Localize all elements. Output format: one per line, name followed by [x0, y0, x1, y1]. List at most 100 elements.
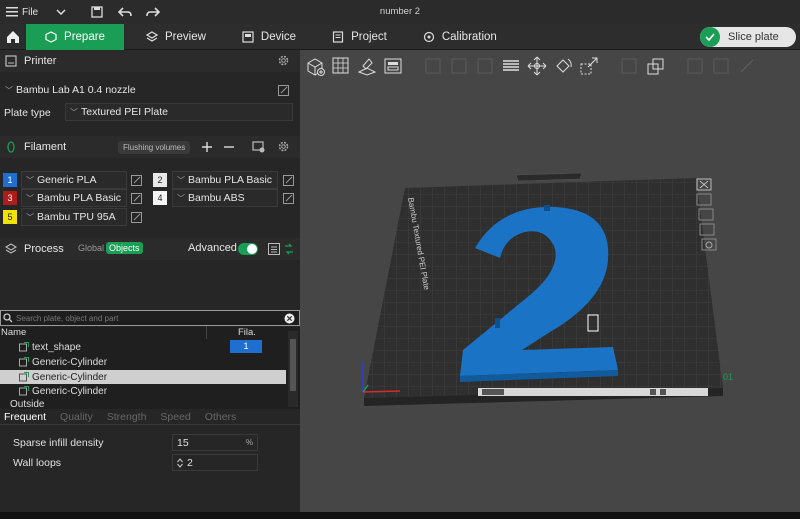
list-item[interactable]: Outside	[0, 398, 286, 410]
tab-project-label: Project	[351, 30, 387, 43]
sync-filament-icon[interactable]	[252, 140, 266, 153]
advanced-label: Advanced	[188, 242, 237, 254]
tab-device[interactable]: Device	[224, 24, 314, 50]
list-item[interactable]: text_shape 1	[0, 340, 286, 354]
flushing-volumes-button[interactable]: Flushing volumes	[118, 141, 191, 154]
chevron-down-icon: ﹀	[177, 193, 185, 203]
filament-icon	[4, 140, 18, 154]
printer-section-header: Printer	[0, 50, 300, 72]
build-plate-scene: Bambu Textured PEI Plate 01	[362, 172, 733, 406]
column-filament[interactable]: Fila.	[238, 327, 256, 338]
edit-icon[interactable]	[283, 193, 295, 205]
minus-icon[interactable]	[223, 141, 235, 153]
list-view-icon[interactable]	[268, 243, 280, 255]
plate-type-select[interactable]: ﹀ Textured PEI Plate	[65, 103, 293, 121]
wall-loops-stepper[interactable]: 2	[172, 454, 258, 471]
filament-slot-number[interactable]: 5	[3, 210, 17, 224]
save-icon[interactable]	[88, 3, 106, 21]
filament-slot-number[interactable]: 4	[153, 191, 167, 205]
filament-select[interactable]: ﹀ Bambu PLA Basic	[21, 189, 127, 207]
filament-select[interactable]: ﹀ Generic PLA	[21, 171, 127, 189]
chevron-down-icon	[56, 9, 66, 15]
tab-quality[interactable]: Quality	[60, 411, 93, 423]
3d-viewport[interactable]: Bambu Textured PEI Plate 01	[300, 50, 800, 519]
column-name[interactable]: Name	[1, 327, 26, 338]
object-search-input[interactable]: Search plate, object and part	[0, 310, 300, 326]
filament-header-label: Filament	[24, 141, 67, 153]
edit-icon[interactable]	[131, 212, 143, 224]
file-menu-label: File	[22, 6, 39, 18]
clear-search-icon[interactable]	[284, 313, 295, 324]
cube-icon	[45, 30, 57, 43]
search-placeholder: Search plate, object and part	[16, 313, 119, 323]
param-label: Wall loops	[13, 457, 62, 469]
sparse-infill-density-input[interactable]: 15 %	[172, 434, 258, 451]
filament-badge[interactable]: 1	[230, 340, 262, 353]
tab-prepare[interactable]: Prepare	[26, 23, 124, 50]
tab-prepare-label: Prepare	[64, 30, 105, 43]
param-label: Sparse infill density	[13, 437, 104, 449]
filament-section-header: Filament Flushing volumes	[0, 136, 300, 158]
tab-calibration-label: Calibration	[441, 30, 497, 43]
objects-toggle[interactable]: Objects	[106, 242, 143, 254]
chevron-down-icon: ﹀	[26, 193, 34, 203]
filament-name: Bambu ABS	[188, 192, 245, 204]
chevron-down-icon: ﹀	[26, 175, 34, 185]
advanced-toggle[interactable]	[238, 243, 258, 255]
plus-icon[interactable]	[201, 141, 213, 153]
document-icon	[332, 30, 344, 43]
tab-preview-label: Preview	[165, 30, 206, 43]
gear-icon[interactable]	[277, 140, 290, 153]
list-item[interactable]: Generic-Cylinder	[0, 384, 286, 398]
object-name: Generic-Cylinder	[32, 371, 108, 383]
edit-icon[interactable]	[131, 175, 143, 187]
search-icon	[3, 313, 13, 323]
part-icon	[19, 357, 29, 367]
global-toggle[interactable]: Global	[78, 243, 104, 253]
part-icon	[19, 372, 29, 382]
chevron-down-icon: ﹀	[26, 212, 34, 222]
list-item[interactable]: Generic-Cylinder	[0, 355, 286, 369]
filament-select[interactable]: ﹀ Bambu TPU 95A	[21, 208, 127, 226]
title-bar: File number 2	[0, 0, 800, 24]
part-icon	[19, 386, 29, 396]
param-unit: %	[245, 438, 253, 447]
redo-icon[interactable]	[144, 3, 162, 21]
plate-label-strip	[478, 388, 708, 396]
compare-icon[interactable]	[283, 243, 295, 255]
object-list-scrollbar[interactable]	[288, 331, 298, 407]
filament-select[interactable]: ﹀ Bambu ABS	[172, 189, 278, 207]
tab-others[interactable]: Others	[205, 411, 237, 423]
slice-plate-button[interactable]: Slice plate	[700, 27, 796, 47]
tab-calibration[interactable]: Calibration	[405, 24, 515, 50]
gear-icon[interactable]	[277, 54, 290, 67]
object-list-header: Name Fila.	[0, 326, 286, 339]
bottom-edge	[0, 512, 800, 519]
object-list: Name Fila. text_shape 1 Generic-Cylinder…	[0, 326, 300, 410]
tab-frequent[interactable]: Frequent	[4, 411, 46, 423]
process-icon	[4, 242, 18, 256]
undo-icon[interactable]	[116, 3, 134, 21]
filament-select[interactable]: ﹀ Bambu PLA Basic	[172, 171, 278, 189]
tab-strength[interactable]: Strength	[107, 411, 147, 423]
file-menu[interactable]: File	[0, 0, 66, 24]
tab-project[interactable]: Project	[314, 24, 405, 50]
filament-slot-number[interactable]: 1	[3, 173, 17, 187]
sparse-infill-density-row: Sparse infill density 15 %	[0, 434, 300, 452]
edit-icon[interactable]	[278, 85, 290, 97]
home-icon[interactable]	[0, 24, 26, 50]
tab-preview[interactable]: Preview	[124, 24, 224, 50]
tab-speed[interactable]: Speed	[160, 411, 190, 423]
edit-icon[interactable]	[131, 193, 143, 205]
process-tabs: Frequent Quality Strength Speed Others	[0, 410, 300, 424]
filament-name: Generic PLA	[37, 174, 97, 186]
filament-slot-number[interactable]: 3	[3, 191, 17, 205]
list-item[interactable]: Generic-Cylinder	[0, 370, 286, 384]
plate-type-value: Textured PEI Plate	[81, 106, 168, 118]
hamburger-icon	[6, 7, 18, 17]
slice-plate-label: Slice plate	[728, 31, 779, 43]
filament-slot-number[interactable]: 2	[153, 173, 167, 187]
object-name: text_shape	[32, 341, 81, 353]
edit-icon[interactable]	[283, 175, 295, 187]
printer-select[interactable]: ﹀ Bambu Lab A1 0.4 nozzle	[1, 81, 272, 99]
